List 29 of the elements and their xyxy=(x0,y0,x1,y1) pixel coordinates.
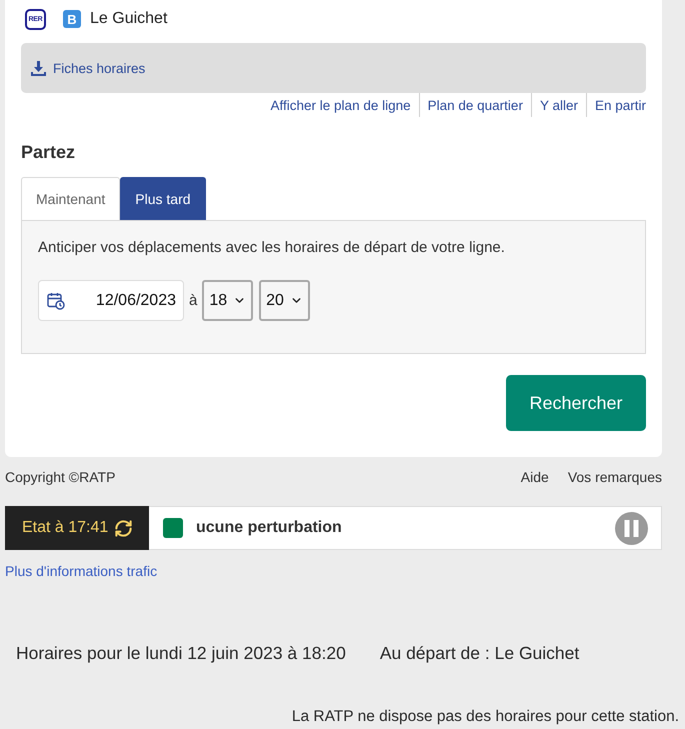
copyright-text: Copyright ©RATP xyxy=(5,469,116,485)
section-title: Partez xyxy=(21,141,76,163)
refresh-icon[interactable] xyxy=(114,518,134,538)
hour-select[interactable]: 18 xyxy=(202,280,254,321)
time-tab[interactable]: Maintenant xyxy=(21,177,120,220)
line-badge: B xyxy=(63,10,81,28)
search-button[interactable]: Rechercher xyxy=(506,375,646,431)
timetable-link[interactable]: Fiches horaires xyxy=(31,60,146,76)
station-name: Le Guichet xyxy=(90,10,168,28)
footer-link[interactable]: Aide xyxy=(520,469,549,485)
minute-select[interactable]: 20 xyxy=(259,280,310,321)
status-time: Etat à 17:41 xyxy=(22,519,108,537)
date-field[interactable]: 12/06/2023 xyxy=(38,280,184,321)
line-link[interactable]: En partir xyxy=(586,93,646,117)
time-tab[interactable]: Plus tard xyxy=(120,177,206,220)
traffic-message: ucune perturbation xyxy=(196,519,343,537)
no-schedule-notice: La RATP ne dispose pas des horaires pour cette station. xyxy=(292,708,679,725)
panel-description: Anticiper vos déplacements avec les horaires de départ de votre ligne. xyxy=(38,238,506,258)
departure-station-heading: Au départ de : Le Guichet xyxy=(380,642,580,664)
calendar-clock-icon xyxy=(47,292,65,310)
line-link[interactable]: Y aller xyxy=(530,93,586,117)
footer-link[interactable]: Vos remarques xyxy=(568,469,662,485)
line-link[interactable]: Afficher le plan de ligne xyxy=(270,93,419,117)
line-link[interactable]: Plan de quartier xyxy=(418,93,531,117)
pause-icon[interactable] xyxy=(615,512,648,544)
schedule-heading: Horaires pour le lundi 12 juin 2023 à 18:20 xyxy=(16,642,346,664)
at-label: à xyxy=(189,292,198,309)
download-icon xyxy=(31,60,46,76)
traffic-info-link[interactable]: Plus d'informations trafic xyxy=(5,562,158,580)
